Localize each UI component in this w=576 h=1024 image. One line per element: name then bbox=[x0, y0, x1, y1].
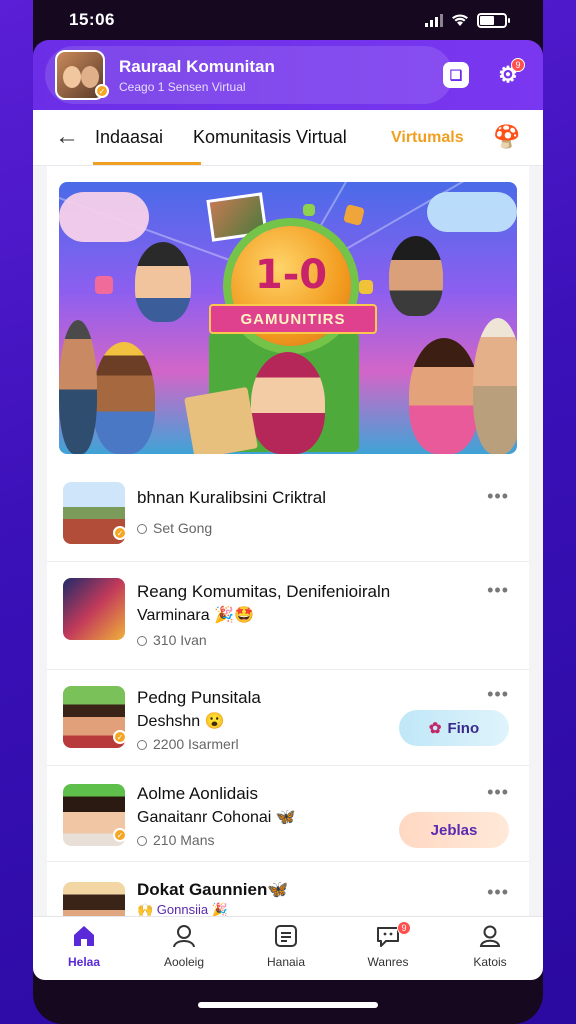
list-item[interactable]: Reang Komumitas, Denifenioiraln Varminar… bbox=[47, 562, 529, 670]
list-item-subtitle: 🙌 Gonnsiia 🎉 bbox=[137, 902, 228, 916]
home-icon bbox=[74, 926, 94, 946]
more-options-icon[interactable]: ••• bbox=[487, 882, 509, 903]
list-item-meta: 210 Mans bbox=[137, 832, 214, 848]
list-item-title: Dokat Gaunnien🦋 bbox=[137, 880, 289, 899]
bottom-nav: Helaa Aooleig Hanaia Wanres 9 Katois bbox=[33, 916, 543, 980]
wifi-icon bbox=[452, 14, 468, 26]
nav-item-home[interactable]: Helaa bbox=[39, 923, 129, 969]
nav-item-chat[interactable]: Wanres 9 bbox=[343, 921, 433, 969]
status-icons bbox=[425, 12, 510, 28]
list-item-meta: 2200 Isarmerl bbox=[137, 736, 239, 752]
app-header: ✓ Rauraal Komunitan Ceago 1 Sensen Virtu… bbox=[33, 40, 543, 110]
list-item-title: bhnan Kuralibsini Criktral bbox=[137, 488, 326, 507]
tab-komunitas-virtual[interactable]: Komunitasis Virtual bbox=[193, 127, 347, 148]
list-item-title: Pedng Punsitala bbox=[137, 688, 261, 707]
home-indicator[interactable] bbox=[198, 1002, 378, 1008]
list-item[interactable]: ✓ Pedng Punsitala Deshshn 😮 2200 Isarmer… bbox=[47, 670, 529, 766]
nav-item-user[interactable]: Katois bbox=[445, 923, 535, 969]
list-item-title: Aolme Aonlidais bbox=[137, 784, 258, 803]
jeblas-button[interactable]: Jeblas bbox=[399, 812, 509, 848]
verified-badge-icon: ✓ bbox=[113, 526, 127, 540]
active-tab-indicator bbox=[93, 162, 201, 165]
list-item[interactable]: ✓ Aolme Aonlidais Ganaitanr Cohonai 🦋 21… bbox=[47, 766, 529, 862]
cloud-right bbox=[427, 192, 517, 232]
character-woman-right bbox=[409, 338, 479, 454]
list-item-meta: Set Gong bbox=[137, 520, 212, 536]
notification-badge: 9 bbox=[511, 58, 525, 72]
chat-badge: 9 bbox=[397, 921, 411, 935]
list-thumbnail bbox=[63, 882, 125, 916]
more-options-icon[interactable]: ••• bbox=[487, 580, 509, 601]
nav-label: Wanres bbox=[367, 955, 409, 969]
user-icon bbox=[479, 925, 501, 947]
tab-virtumals[interactable]: Virtumals bbox=[391, 129, 464, 147]
nav-label: Hanaia bbox=[266, 955, 306, 969]
banner-ribbon: GAMUNITIRS bbox=[209, 304, 377, 334]
list-item[interactable]: ✓ bhnan Kuralibsini Criktral Set Gong ••… bbox=[47, 466, 529, 562]
signal-icon bbox=[425, 13, 443, 27]
feed-card: 1-0 GAMUNITIRS ✓ bhnan Kuralibsini Crikt… bbox=[47, 166, 529, 916]
join-button[interactable]: ✿ Fino bbox=[399, 710, 509, 746]
list-thumbnail bbox=[63, 578, 125, 640]
character-man-hat bbox=[473, 318, 517, 454]
mushroom-icon[interactable]: 🍄 bbox=[493, 124, 520, 150]
profile-icon bbox=[173, 925, 195, 948]
location-icon bbox=[137, 740, 147, 750]
verified-badge-icon: ✓ bbox=[113, 828, 127, 842]
tab-indaasai[interactable]: Indaasai bbox=[95, 127, 163, 148]
list-item-meta-text: 2200 Isarmerl bbox=[153, 736, 239, 752]
more-options-icon[interactable]: ••• bbox=[487, 684, 509, 705]
badge-number: 1-0 bbox=[254, 252, 328, 298]
header-subtitle: Ceago 1 Sensen Virtual bbox=[119, 80, 246, 94]
character-right-top bbox=[389, 236, 443, 316]
location-icon bbox=[137, 524, 147, 534]
document-icon bbox=[275, 925, 297, 947]
character-boy-crown bbox=[93, 342, 155, 454]
header-title: Rauraal Komunitan bbox=[119, 57, 275, 76]
nav-label: Aooleig bbox=[163, 955, 205, 969]
status-time: 15:06 bbox=[69, 10, 115, 29]
sparkle-icon: ✿ bbox=[428, 720, 442, 737]
verified-badge-icon: ✓ bbox=[95, 84, 109, 98]
verified-badge-icon: ✓ bbox=[113, 730, 127, 744]
join-button-label: Fino bbox=[447, 719, 480, 737]
tab-bar: ← Indaasai Komunitasis Virtual Virtumals… bbox=[33, 110, 543, 166]
list-item-meta-text: Set Gong bbox=[153, 520, 213, 536]
more-options-icon[interactable]: ••• bbox=[487, 782, 509, 803]
main-content[interactable]: 1-0 GAMUNITIRS ✓ bhnan Kuralibsini Crikt… bbox=[33, 166, 543, 916]
list-item-subtitle: Ganaitanr Cohonai 🦋 bbox=[137, 809, 296, 826]
list-item-title: Reang Komumitas, Denifenioiraln bbox=[137, 582, 391, 601]
nav-item-document[interactable]: Hanaia bbox=[241, 923, 331, 969]
back-arrow-icon[interactable]: ← bbox=[55, 123, 79, 151]
list-item-meta-text: 310 Ivan bbox=[153, 632, 207, 648]
nav-item-profile[interactable]: Aooleig bbox=[139, 923, 229, 969]
nav-label: Katois bbox=[473, 955, 507, 969]
cloud-left bbox=[59, 192, 149, 242]
location-icon bbox=[137, 836, 147, 846]
status-bar: 15:06 bbox=[33, 0, 543, 40]
battery-icon bbox=[477, 12, 510, 28]
location-icon bbox=[137, 636, 147, 646]
book-prop bbox=[184, 386, 258, 454]
character-left-top bbox=[135, 242, 191, 322]
chat-button[interactable]: ❏ bbox=[443, 62, 469, 88]
list-item-subtitle: Varminara 🎉🤩 bbox=[137, 607, 254, 624]
chat-bubble-icon: ❏ bbox=[449, 66, 463, 83]
list-item-meta: 310 Ivan bbox=[137, 632, 207, 648]
list-item-subtitle: Deshshn 😮 bbox=[137, 713, 225, 730]
more-options-icon[interactable]: ••• bbox=[487, 486, 509, 507]
nav-label: Helaa bbox=[67, 955, 101, 969]
character-girl-hijab bbox=[251, 352, 325, 454]
list-item-meta-text: 210 Mans bbox=[153, 832, 215, 848]
list-item[interactable]: Dokat Gaunnien🦋 🙌 Gonnsiia 🎉 ••• bbox=[47, 862, 529, 916]
community-banner[interactable]: 1-0 GAMUNITIRS bbox=[59, 182, 517, 454]
character-man-left bbox=[59, 320, 97, 454]
